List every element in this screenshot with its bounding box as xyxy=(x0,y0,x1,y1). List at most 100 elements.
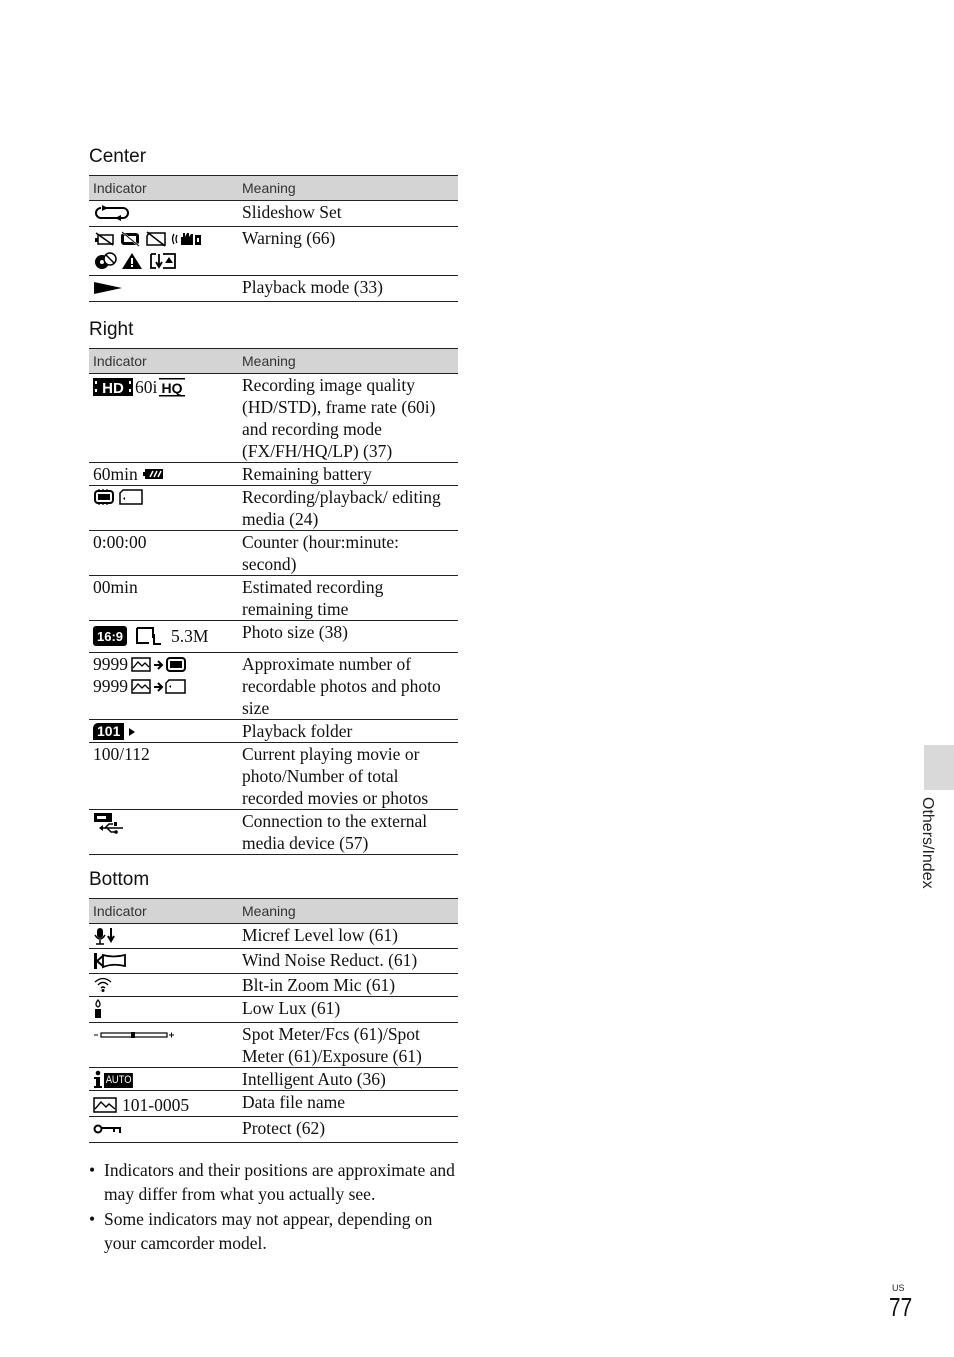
meaning-cell: Micref Level low (61) xyxy=(238,923,458,949)
table-row: Blt-in Zoom Mic (61) xyxy=(89,973,458,997)
bottom-indicator-table: Indicator Meaning Micref Level low (61) … xyxy=(89,898,458,1143)
indicator-cell xyxy=(89,923,238,949)
page-number: 77 xyxy=(889,1292,913,1322)
svg-text:HD: HD xyxy=(102,380,124,397)
photo-file-icon xyxy=(93,1097,117,1113)
table-row: 16:9 5.3M Photo size (38) xyxy=(89,620,458,653)
meaning-cell: Blt-in Zoom Mic (61) xyxy=(238,973,458,997)
table-row: Playback mode (33) xyxy=(89,275,458,302)
table-row: AUTO Intelligent Auto (36) xyxy=(89,1067,458,1091)
meaning-cell: Wind Noise Reduct. (61) xyxy=(238,948,458,974)
table-row: Connection to the external media device … xyxy=(89,809,458,855)
meaning-cell: Current playing movie or photo/Number of… xyxy=(238,742,458,810)
side-tab-marker xyxy=(924,745,954,790)
table-row: Warning (66) xyxy=(89,226,458,276)
play-icon xyxy=(94,282,122,294)
photo-size-text: 5.3M xyxy=(171,626,209,646)
table-row: 00min Estimated recording remaining time xyxy=(89,575,458,621)
counter-cell: 0:00:00 xyxy=(89,530,238,576)
photo-to-memory-icon xyxy=(131,657,186,672)
right-indicator-table: Indicator Meaning HD 60i HQ Recording im… xyxy=(89,348,458,855)
header-indicator: Indicator xyxy=(89,175,238,201)
zoom-mic-icon xyxy=(94,977,112,992)
meaning-cell: Warning (66) xyxy=(238,226,458,276)
meaning-cell: Playback mode (33) xyxy=(238,275,458,302)
table-header: Indicator Meaning xyxy=(89,348,458,374)
meaning-cell: Connection to the external media device … xyxy=(238,809,458,855)
note-item: Some indicators may not appear, dependin… xyxy=(89,1207,459,1255)
indicator-cell: AUTO xyxy=(89,1067,238,1091)
section-title-bottom: Bottom xyxy=(89,869,150,890)
photo-count-memory: 9999 xyxy=(93,654,128,674)
table-row: Protect (62) xyxy=(89,1116,458,1143)
meaning-cell: Estimated recording remaining time xyxy=(238,575,458,621)
playing-count-cell: 100/112 xyxy=(89,742,238,810)
memory-card-icon xyxy=(119,489,143,505)
meaning-cell: Recording image quality (HD/STD), frame … xyxy=(238,373,458,463)
notes-list: Indicators and their positions are appro… xyxy=(89,1158,459,1256)
meaning-cell: Data file name xyxy=(238,1090,458,1117)
remaining-time-cell: 00min xyxy=(89,575,238,621)
camera-shake-warning-icon xyxy=(171,233,201,245)
slideshow-repeat-icon xyxy=(95,205,129,221)
svg-text:HQ: HQ xyxy=(162,380,183,396)
table-header: Indicator Meaning xyxy=(89,175,458,201)
file-name-text: 101-0005 xyxy=(122,1095,190,1115)
battery-icon xyxy=(142,469,163,479)
meaning-cell: Low Lux (61) xyxy=(238,996,458,1023)
meaning-cell: Approximate number of recordable photos … xyxy=(238,652,458,720)
indicator-cell: 101-0005 xyxy=(89,1090,238,1117)
indicator-cell xyxy=(89,485,238,531)
table-row: 60min Remaining battery xyxy=(89,462,458,486)
center-indicator-table: Indicator Meaning Slideshow Set Warning … xyxy=(89,175,458,302)
table-row: Micref Level low (61) xyxy=(89,923,458,949)
table-row: Wind Noise Reduct. (61) xyxy=(89,948,458,974)
meaning-cell: Photo size (38) xyxy=(238,620,458,653)
indicator-cell xyxy=(89,200,238,227)
indicator-cell xyxy=(89,275,238,302)
photo-count-card: 9999 xyxy=(93,676,128,696)
indicator-cell xyxy=(89,1022,238,1068)
side-tab-label: Others/Index xyxy=(919,797,936,889)
table-row: 101-0005 Data file name xyxy=(89,1090,458,1117)
table-row: 101 Playback folder xyxy=(89,719,458,743)
meaning-cell: Counter (hour:minute: second) xyxy=(238,530,458,576)
play-small-icon xyxy=(129,727,136,736)
media-warning-icon xyxy=(150,253,176,269)
exposure-slider-icon xyxy=(94,1032,174,1038)
intelligent-auto-icon xyxy=(94,1070,102,1088)
protect-key-icon xyxy=(93,1124,121,1134)
folder-icon: 101 xyxy=(93,723,125,740)
photo-size-l-icon xyxy=(136,627,161,645)
table-row: 0:00:00 Counter (hour:minute: second) xyxy=(89,530,458,576)
internal-memory-icon xyxy=(94,489,114,505)
low-lux-candle-icon xyxy=(95,999,101,1018)
table-row: Recording/playback/ editing media (24) xyxy=(89,485,458,531)
section-title-center: Center xyxy=(89,146,147,167)
indicator-cell xyxy=(89,226,238,276)
table-row: Spot Meter/Fcs (61)/Spot Meter (61)/Expo… xyxy=(89,1022,458,1068)
meaning-cell: Protect (62) xyxy=(238,1116,458,1143)
warning-triangle-icon xyxy=(122,253,142,269)
battery-warning-icon xyxy=(95,232,114,246)
photo-to-card-icon xyxy=(131,679,186,694)
table-row: Slideshow Set xyxy=(89,200,458,227)
indicator-cell xyxy=(89,809,238,855)
meaning-cell: Recording/playback/ editing media (24) xyxy=(238,485,458,531)
frame-rate-text: 60i xyxy=(135,377,158,397)
header-meaning: Meaning xyxy=(238,175,458,201)
disc-warning-icon xyxy=(95,252,117,269)
remaining-battery-text: 60min xyxy=(93,464,138,484)
indicator-cell xyxy=(89,996,238,1023)
usb-external-media-icon xyxy=(94,813,123,834)
table-row: HD 60i HQ Recording image quality (HD/ST… xyxy=(89,373,458,463)
indicator-cell: 60min xyxy=(89,462,238,486)
aspect-16-9-icon: 16:9 xyxy=(93,626,127,646)
indicator-cell xyxy=(89,1116,238,1143)
indicator-cell xyxy=(89,948,238,974)
table-row: 100/112 Current playing movie or photo/N… xyxy=(89,742,458,810)
auto-badge: AUTO xyxy=(104,1072,134,1088)
meaning-cell: Slideshow Set xyxy=(238,200,458,227)
mic-level-low-icon xyxy=(94,928,115,945)
indicator-cell xyxy=(89,973,238,997)
